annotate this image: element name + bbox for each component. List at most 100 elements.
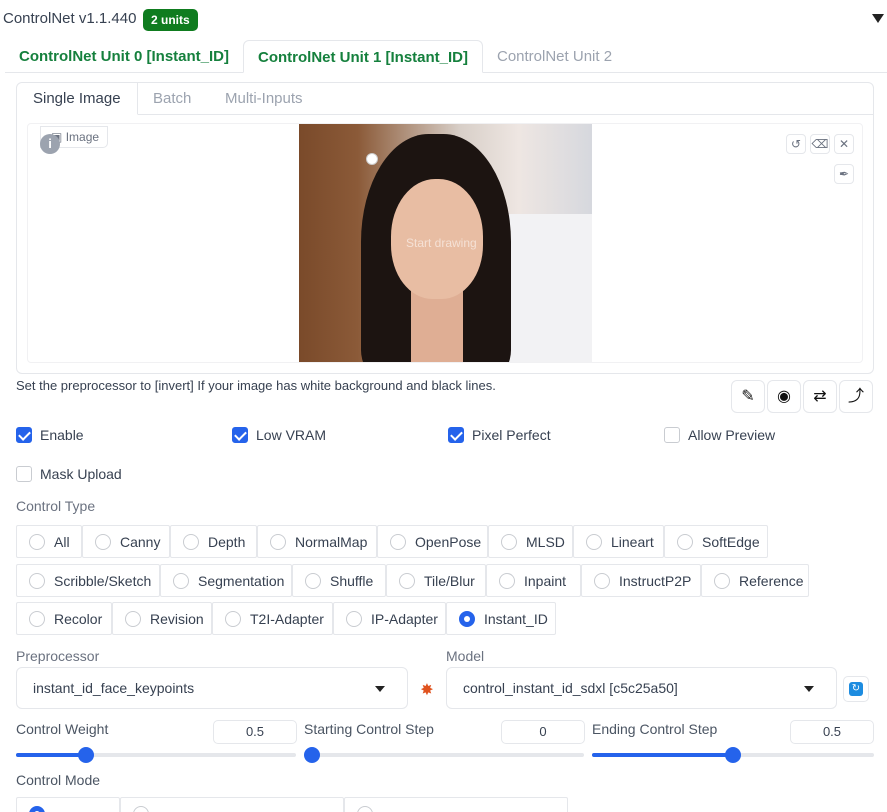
checkbox-label: Mask Upload [40,466,122,482]
radio-label: Canny [120,533,161,550]
control-type-inpaint[interactable]: Inpaint [486,564,581,597]
control-weight-slider[interactable] [16,747,296,763]
radio-circle[interactable] [173,572,189,589]
control-weight-input[interactable]: 0.5 [213,720,297,744]
radio-circle[interactable] [586,533,602,550]
send-icon[interactable]: ⤴ [839,380,873,413]
radio-circle[interactable] [95,533,111,550]
control-type-openpose[interactable]: OpenPose [377,525,488,558]
tab-unit-1[interactable]: ControlNet Unit 1 [Instant_ID] [243,40,483,73]
brush-icon[interactable]: ✒ [834,164,854,184]
pixel-perfect-checkbox[interactable]: Pixel Perfect [448,427,551,443]
radio-circle[interactable] [677,533,693,550]
control-type-mlsd[interactable]: MLSD [488,525,573,558]
radio-circle[interactable] [133,805,149,812]
edit-icon[interactable]: ✎ [731,380,765,413]
close-icon[interactable]: ✕ [834,134,854,154]
radio-circle[interactable] [305,572,321,589]
radio-circle[interactable] [399,572,415,589]
control-type-revision[interactable]: Revision [112,602,212,635]
enable-checkbox[interactable]: Enable [16,427,84,443]
eraser-icon[interactable]: ⌫ [810,134,830,154]
control-mode-option[interactable] [16,797,120,812]
radio-circle[interactable] [594,572,610,589]
radio-circle-selected[interactable] [29,805,45,812]
control-type-normalmap[interactable]: NormalMap [257,525,377,558]
refresh-icon: ↻ [849,682,863,696]
tab-unit-2[interactable]: ControlNet Unit 2 [483,40,626,73]
slider-thumb[interactable] [725,747,741,763]
ending-step-input[interactable]: 0.5 [790,720,874,744]
checkbox-unchecked[interactable] [664,427,680,443]
control-type-recolor[interactable]: Recolor [16,602,112,635]
slider-thumb[interactable] [304,747,320,763]
checkbox-unchecked[interactable] [16,466,32,482]
radio-label: Tile/Blur [424,572,475,589]
control-type-t2i-adapter[interactable]: T2I-Adapter [212,602,333,635]
mask-upload-checkbox[interactable]: Mask Upload [16,466,122,482]
radio-circle[interactable] [29,610,45,627]
control-type-segmentation[interactable]: Segmentation [160,564,292,597]
undo-icon[interactable]: ↺ [786,134,806,154]
control-type-all[interactable]: All [16,525,82,558]
control-type-instructp2p[interactable]: InstructP2P [581,564,701,597]
starting-step-label: Starting Control Step [304,721,434,737]
radio-circle[interactable] [270,533,286,550]
tab-multi-inputs[interactable]: Multi-Inputs [209,83,319,115]
control-type-depth[interactable]: Depth [170,525,257,558]
control-type-scribble-sketch[interactable]: Scribble/Sketch [16,564,160,597]
tab-batch[interactable]: Batch [137,83,207,115]
control-type-lineart[interactable]: Lineart [573,525,664,558]
info-icon[interactable]: i [40,134,60,154]
control-type-canny[interactable]: Canny [82,525,170,558]
radio-circle[interactable] [29,533,45,550]
control-type-softedge[interactable]: SoftEdge [664,525,768,558]
tab-unit-0[interactable]: ControlNet Unit 0 [Instant_ID] [5,40,243,73]
radio-circle[interactable] [346,610,362,627]
radio-circle[interactable] [714,572,730,589]
radio-circle[interactable] [357,805,373,812]
controlnet-header[interactable]: ControlNet v1.1.440 2 units [0,0,887,38]
control-type-shuffle[interactable]: Shuffle [292,564,386,597]
control-type-tile-blur[interactable]: Tile/Blur [386,564,486,597]
checkbox-label: Pixel Perfect [472,427,551,443]
camera-icon[interactable]: ◉ [767,380,801,413]
radio-circle[interactable] [183,533,199,550]
canvas-placeholder: Start drawing [406,236,477,250]
chevron-down-icon [804,686,814,692]
tab-single-image[interactable]: Single Image [17,83,138,115]
low-vram-checkbox[interactable]: Low VRAM [232,427,326,443]
control-mode-option[interactable] [344,797,568,812]
control-type-ip-adapter[interactable]: IP-Adapter [333,602,446,635]
checkbox-checked[interactable] [448,427,464,443]
control-type-instant-id[interactable]: Instant_ID [446,602,556,635]
radio-label: All [54,533,70,550]
radio-circle[interactable] [29,572,45,589]
slider-fill [592,753,733,757]
radio-circle[interactable] [390,533,406,550]
checkbox-checked[interactable] [232,427,248,443]
checkbox-checked[interactable] [16,427,32,443]
preprocessor-dropdown[interactable]: instant_id_face_keypoints [16,667,408,709]
model-dropdown[interactable]: control_instant_id_sdxl [c5c25a50] [446,667,837,709]
slider-fill [16,753,86,757]
allow-preview-checkbox[interactable]: Allow Preview [664,427,775,443]
refresh-models-button[interactable]: ↻ [843,676,869,702]
units-badge: 2 units [143,9,198,31]
starting-step-slider[interactable] [304,747,584,763]
image-canvas[interactable]: ▣ Image i Start drawing ↺ ⌫ ✕ ✒ [27,123,863,363]
collapse-triangle-icon[interactable] [872,14,884,23]
starting-step-input[interactable]: 0 [501,720,585,744]
ending-step-slider[interactable] [592,747,874,763]
run-preprocessor-icon[interactable]: ✸ [416,680,438,700]
slider-thumb[interactable] [78,747,94,763]
control-mode-option[interactable] [120,797,344,812]
radio-label: NormalMap [295,533,368,550]
radio-circle[interactable] [501,533,517,550]
control-type-reference[interactable]: Reference [701,564,809,597]
radio-circle[interactable] [225,610,241,627]
radio-circle[interactable] [499,572,515,589]
swap-icon[interactable]: ⇄ [803,380,837,413]
radio-circle-selected[interactable] [459,610,475,627]
radio-circle[interactable] [125,610,141,627]
